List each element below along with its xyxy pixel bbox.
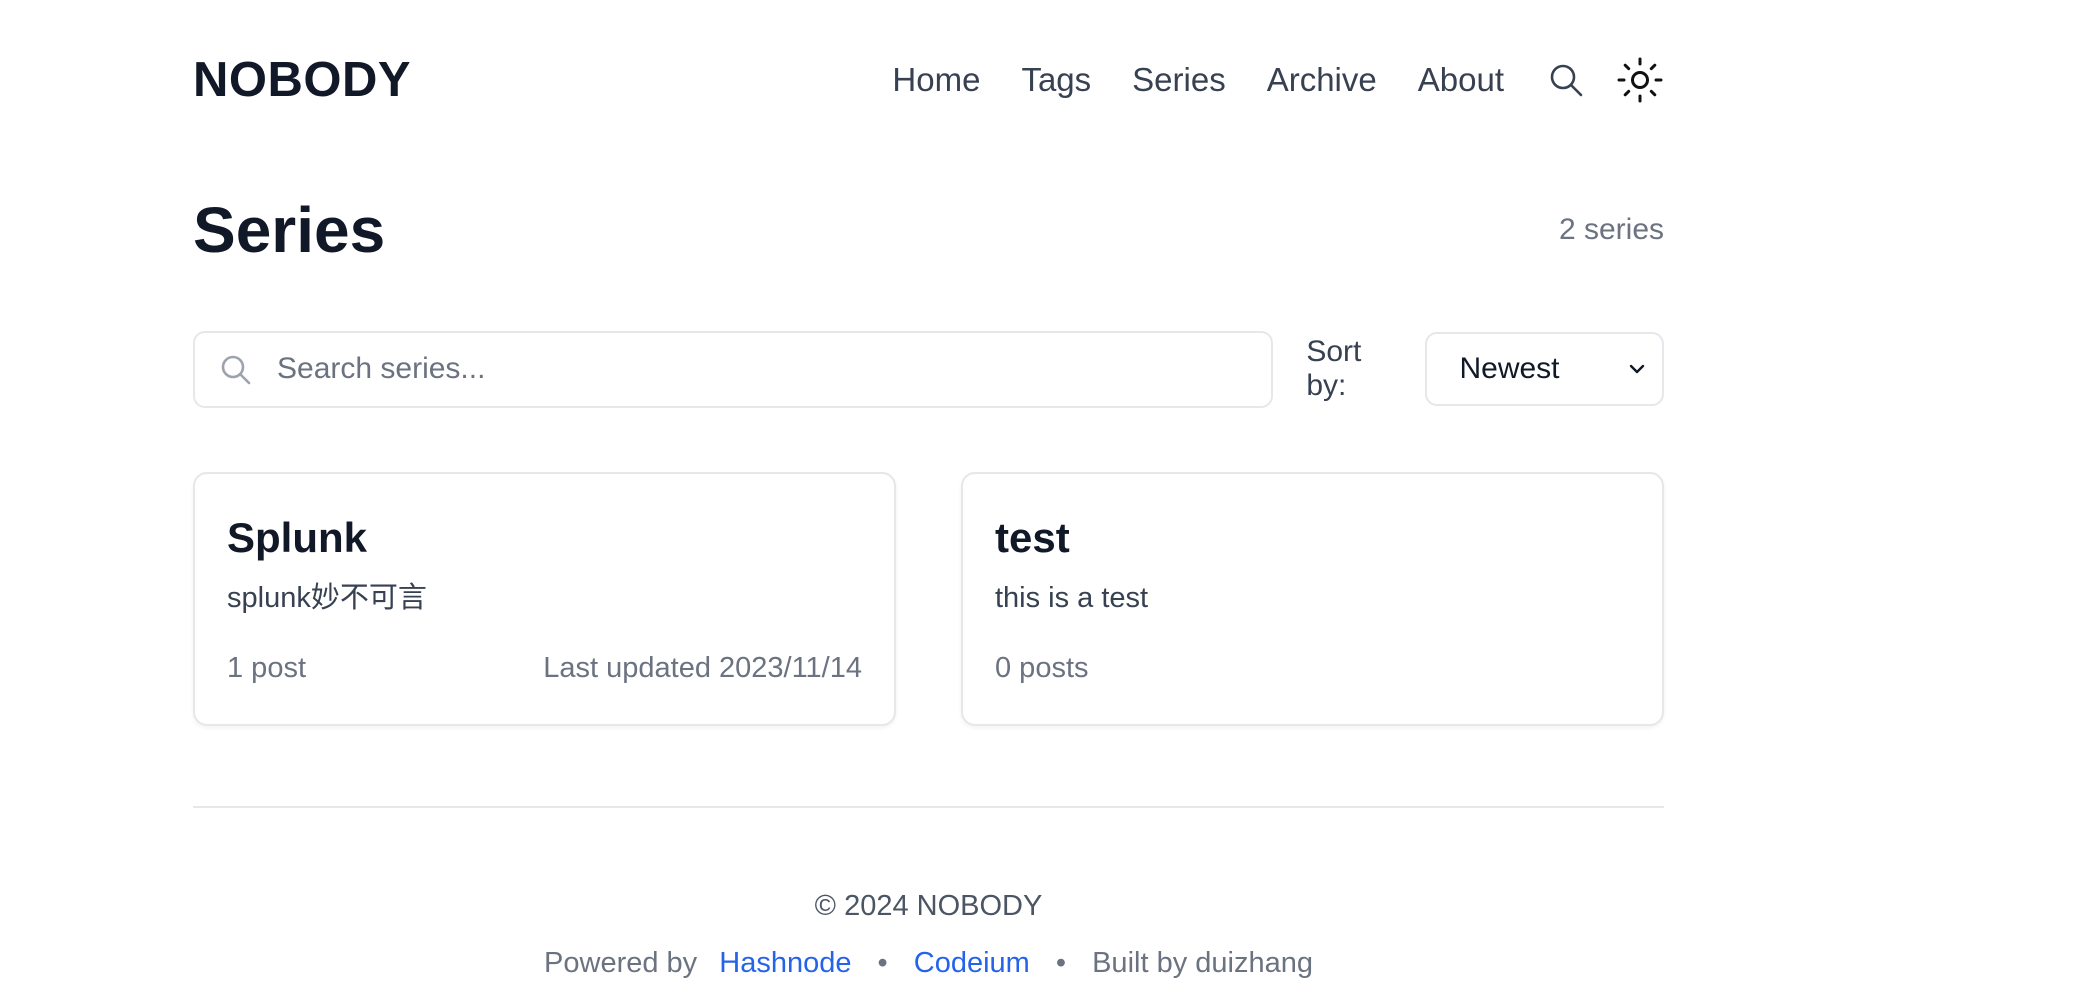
series-card[interactable]: Splunk splunk妙不可言 1 post Last updated 20… [193,472,896,726]
nav-about[interactable]: About [1418,61,1504,99]
nav-tags[interactable]: Tags [1021,61,1091,99]
series-count: 2 series [1558,213,1664,246]
footer-separator: • [877,947,888,979]
search-button[interactable] [1542,56,1590,104]
nav-archive[interactable]: Archive [1267,61,1377,99]
built-by-text: Built by duizhang [1092,947,1313,979]
series-title[interactable]: Splunk [227,510,862,566]
footer-divider [193,806,1664,808]
main-nav: Home Tags Series Archive About [892,56,1664,104]
series-controls: Sort by: Newest [193,330,1664,408]
hashnode-link[interactable]: Hashnode [719,947,851,979]
footer-separator: • [1055,947,1067,979]
series-last-updated: Last updated 2023/11/14 [543,652,862,684]
footer-copyright: © 2024 NOBODY [814,890,1043,922]
theme-toggle-button[interactable] [1616,56,1664,104]
sort-label: Sort by: [1306,335,1362,402]
series-card[interactable]: test this is a test 0 posts [961,472,1664,726]
series-title[interactable]: test [995,510,1630,566]
site-header: NOBODY Home Tags Series Archive About [193,48,1664,112]
sun-icon [1617,57,1663,103]
search-box [193,330,1274,408]
codeium-link[interactable]: Codeium [914,947,1030,979]
series-post-count: 1 post [227,652,306,684]
sort-selected-value: Newest [1459,352,1560,385]
series-post-count: 0 posts [995,652,1089,684]
footer-credits: Powered by Hashnode • Codeium • Built by… [193,947,1664,980]
nav-home[interactable]: Home [892,61,980,99]
search-series-input[interactable] [275,339,1255,399]
page-heading: Series 2 series [193,190,1664,270]
search-icon [1550,64,1583,97]
chevron-down-icon [1629,364,1645,374]
powered-by-label: Powered by [544,947,698,979]
series-list: Splunk splunk妙不可言 1 post Last updated 20… [193,472,1664,726]
sort-select[interactable]: Newest [1425,332,1664,406]
series-meta: 1 post Last updated 2023/11/14 [227,652,862,685]
nav-series[interactable]: Series [1132,61,1226,99]
series-description: splunk妙不可言 [227,582,427,614]
page-title: Series [193,194,386,266]
site-logo[interactable]: NOBODY [193,52,411,108]
search-icon [221,355,251,384]
series-description: this is a test [995,582,1149,614]
series-meta: 0 posts [995,652,1630,685]
